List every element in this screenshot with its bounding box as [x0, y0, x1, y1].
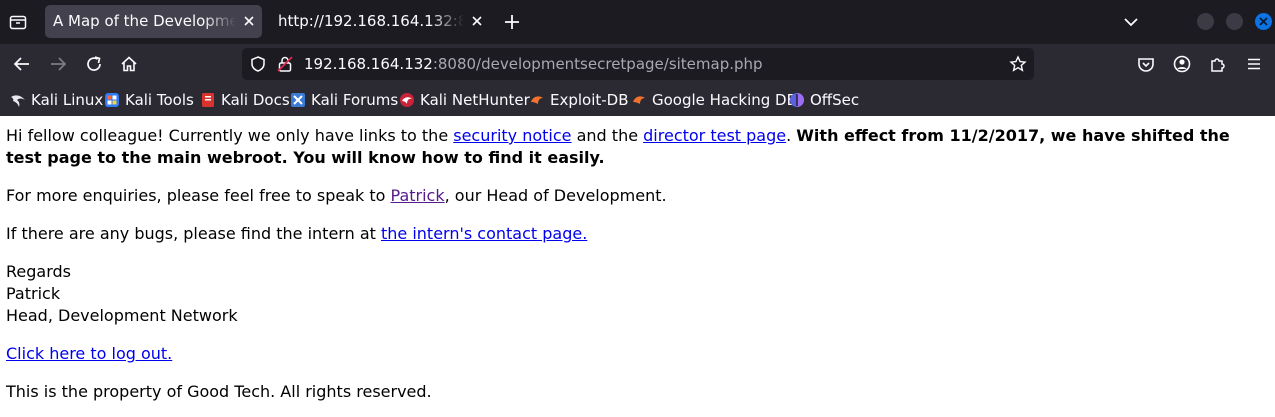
forward-arrow-icon — [51, 57, 67, 71]
tracking-protection-shield-icon[interactable] — [249, 55, 267, 73]
extensions-puzzle-icon[interactable] — [1208, 54, 1228, 74]
signature-block: Regards Patrick Head, Development Networ… — [6, 261, 1269, 327]
bookmark-label: OffSec — [810, 91, 860, 109]
bookmark-label: Exploit-DB — [550, 91, 629, 109]
address-bar[interactable]: 192.168.164.132:8080/developmentsecretpa… — [242, 48, 1034, 80]
intro-paragraph: Hi fellow colleague! Currently we only h… — [6, 125, 1269, 169]
enquiry-text: , our Head of Development. — [444, 186, 667, 205]
back-arrow-icon[interactable] — [12, 54, 32, 74]
bookmark-star-icon[interactable] — [1009, 55, 1027, 73]
url-host: 192.168.164.132 — [304, 55, 433, 73]
window-close-icon — [1259, 17, 1268, 26]
bugs-paragraph: If there are any bugs, please find the i… — [6, 223, 1269, 245]
offsec-icon — [790, 93, 804, 107]
tab-inactive[interactable]: http://192.168.164.132:8080/developments… — [270, 5, 490, 38]
tab-strip: A Map of the Development Network http://… — [0, 0, 1275, 44]
signature-name: Patrick — [6, 284, 61, 303]
tab-title: A Map of the Development Network — [53, 12, 236, 30]
hamburger-menu-icon[interactable] — [1244, 54, 1264, 74]
window-minimize-button[interactable] — [1197, 13, 1214, 30]
window-close-button[interactable] — [1255, 13, 1272, 30]
bookmark-label: Kali Docs — [221, 91, 290, 109]
account-icon[interactable] — [1172, 54, 1192, 74]
logout-paragraph: Click here to log out. — [6, 343, 1269, 365]
bookmark-label: Kali Forums — [311, 91, 399, 109]
kali-forums-icon — [291, 93, 305, 107]
tab-close-icon[interactable] — [470, 14, 484, 28]
bookmark-label: Kali NetHunter — [420, 91, 530, 109]
tab-close-icon[interactable] — [242, 14, 256, 28]
director-test-page-link[interactable]: director test page — [643, 126, 786, 145]
kali-dragon-icon — [11, 95, 25, 107]
pocket-icon[interactable] — [1136, 54, 1156, 74]
kali-tools-icon — [105, 93, 119, 107]
security-notice-link[interactable]: security notice — [453, 126, 571, 145]
footer-text: This is the property of Good Tech. All r… — [6, 382, 432, 401]
tab-list-icon[interactable] — [8, 12, 28, 32]
url-path: :8080/developmentsecretpage/sitemap.php — [432, 55, 763, 73]
url-text[interactable]: 192.168.164.132:8080/developmentsecretpa… — [304, 48, 763, 80]
bookmark-label: Kali Tools — [125, 91, 194, 109]
reload-icon[interactable] — [84, 54, 104, 74]
ghdb-icon — [633, 96, 645, 104]
kali-nethunter-icon — [400, 93, 414, 107]
kali-docs-icon — [202, 93, 214, 107]
tab-title: http://192.168.164.132:8080/developments… — [278, 12, 464, 30]
signature-title: Head, Development Network — [6, 306, 238, 325]
enquiry-paragraph: For more enquiries, please feel free to … — [6, 185, 1269, 207]
page-content: Hi fellow colleague! Currently we only h… — [0, 116, 1275, 417]
bugs-text: If there are any bugs, please find the i… — [6, 224, 381, 243]
logout-link[interactable]: Click here to log out. — [6, 344, 172, 363]
intro-text: and the — [571, 126, 644, 145]
regards-text: Regards — [6, 262, 71, 281]
list-all-tabs-chevron-icon[interactable] — [1122, 13, 1140, 31]
insecure-lock-icon[interactable] — [276, 55, 294, 73]
bookmarks-toolbar: Kali Linux Kali Tools Kali Docs Kali For… — [0, 84, 1275, 116]
intro-text: Hi fellow colleague! Currently we only h… — [6, 126, 454, 145]
new-tab-plus-icon[interactable] — [502, 12, 522, 32]
intro-text: . — [786, 126, 797, 145]
exploit-db-icon — [531, 96, 543, 104]
patrick-link[interactable]: Patrick — [391, 186, 445, 205]
bookmark-label: Kali Linux — [31, 91, 104, 109]
navigation-toolbar: 192.168.164.132:8080/developmentsecretpa… — [0, 44, 1275, 84]
intern-contact-link[interactable]: the intern's contact page. — [381, 224, 587, 243]
home-icon[interactable] — [119, 54, 139, 74]
window-maximize-button[interactable] — [1226, 13, 1243, 30]
bookmark-label: Google Hacking DB — [652, 91, 797, 109]
enquiry-text: For more enquiries, please feel free to … — [6, 186, 391, 205]
tab-active[interactable]: A Map of the Development Network — [45, 5, 262, 38]
